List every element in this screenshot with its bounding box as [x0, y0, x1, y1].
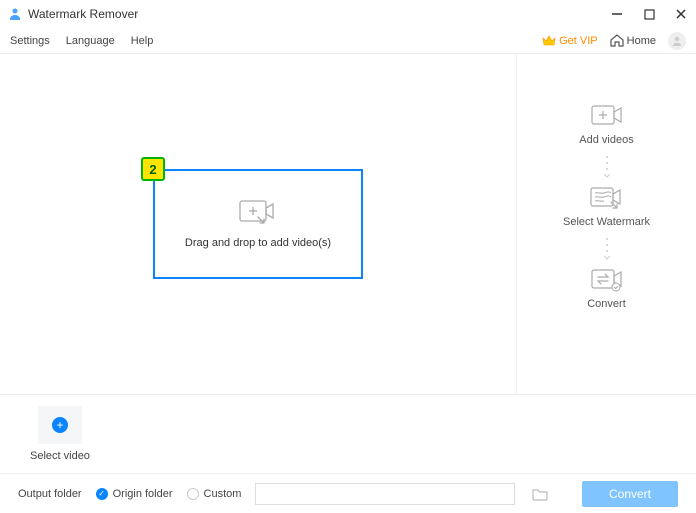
close-button[interactable]: [674, 7, 688, 21]
radio-on-icon: [96, 488, 108, 500]
menu-language[interactable]: Language: [66, 35, 115, 47]
radio-origin-label: Origin folder: [113, 488, 173, 500]
step-select-label: Select Watermark: [563, 216, 650, 228]
app-icon: [8, 7, 22, 21]
steps-sidebar: Add videos Select Watermark Convert: [516, 54, 696, 394]
output-path-input[interactable]: [255, 483, 515, 505]
menubar-right: Get VIP Home: [542, 32, 686, 50]
app-title: Watermark Remover: [28, 7, 138, 21]
dropzone[interactable]: 2 Drag and drop to add video(s): [153, 169, 363, 279]
step-add-label: Add videos: [579, 134, 633, 146]
thumbnails-row: + Select video: [0, 395, 696, 473]
browse-folder-button[interactable]: [529, 483, 551, 505]
dropzone-text: Drag and drop to add video(s): [185, 237, 331, 249]
home-icon: [610, 34, 624, 47]
thumb-box: +: [38, 406, 82, 444]
menu-settings[interactable]: Settings: [10, 35, 50, 47]
step-select-watermark[interactable]: Select Watermark: [563, 186, 650, 228]
add-video-icon: [238, 199, 278, 227]
output-row: Output folder Origin folder Custom Conve…: [0, 473, 696, 513]
select-video-thumb[interactable]: + Select video: [30, 406, 90, 462]
dots-connector-2: [604, 236, 610, 260]
convert-button-label: Convert: [609, 487, 651, 501]
thumb-label: Select video: [30, 450, 90, 462]
radio-off-icon: [187, 488, 199, 500]
plus-icon: +: [52, 417, 68, 433]
main-area: 2 Drag and drop to add video(s) Add vide…: [0, 54, 696, 394]
dots-connector: [604, 154, 610, 178]
step-badge: 2: [141, 157, 165, 181]
radio-custom[interactable]: Custom: [187, 488, 242, 500]
menubar-left: Settings Language Help: [10, 35, 153, 47]
window-controls: [610, 7, 688, 21]
home-label: Home: [627, 35, 656, 47]
footer: + Select video Output folder Origin fold…: [0, 394, 696, 512]
crown-icon: [542, 35, 556, 47]
radio-custom-label: Custom: [204, 488, 242, 500]
step-convert-label: Convert: [587, 298, 626, 310]
minimize-button[interactable]: [610, 7, 624, 21]
select-watermark-icon: [589, 186, 623, 210]
menubar: Settings Language Help Get VIP Home: [0, 28, 696, 54]
folder-icon: [532, 487, 548, 501]
output-folder-label: Output folder: [18, 488, 82, 500]
main-left: 2 Drag and drop to add video(s): [0, 54, 516, 394]
add-videos-icon: [590, 104, 624, 128]
convert-button[interactable]: Convert: [582, 481, 678, 507]
get-vip-button[interactable]: Get VIP: [542, 35, 598, 47]
avatar[interactable]: [668, 32, 686, 50]
get-vip-label: Get VIP: [559, 35, 598, 47]
step-add-videos[interactable]: Add videos: [579, 104, 633, 146]
maximize-button[interactable]: [642, 7, 656, 21]
step-convert[interactable]: Convert: [587, 268, 626, 310]
radio-origin-folder[interactable]: Origin folder: [96, 488, 173, 500]
home-button[interactable]: Home: [610, 34, 656, 47]
menu-help[interactable]: Help: [131, 35, 154, 47]
convert-icon: [590, 268, 624, 292]
titlebar-left: Watermark Remover: [8, 7, 138, 21]
titlebar: Watermark Remover: [0, 0, 696, 28]
